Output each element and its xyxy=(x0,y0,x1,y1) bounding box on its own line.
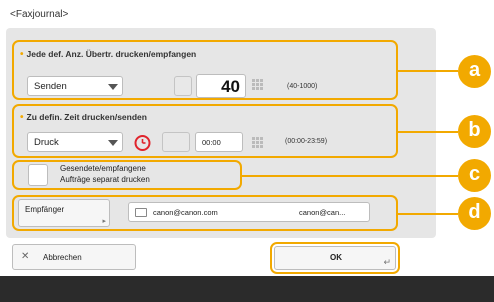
time-spacer-box xyxy=(162,132,190,152)
address-card-icon xyxy=(135,208,147,217)
connector-b xyxy=(398,131,458,133)
close-icon: ✕ xyxy=(21,251,30,262)
transmission-type-dropdown[interactable]: Senden xyxy=(27,76,123,96)
badge-d: d xyxy=(458,197,491,230)
separate-print-label: Gesendete/empfangene Aufträge separat dr… xyxy=(60,163,150,185)
count-spacer-box xyxy=(174,76,192,96)
keypad-icon[interactable] xyxy=(252,136,264,148)
connector-d xyxy=(398,213,458,215)
checkbox-label-line1: Gesendete/empfangene xyxy=(60,164,146,173)
time-value: 00:00 xyxy=(202,138,221,147)
screen-title: <Faxjournal> xyxy=(10,9,69,20)
checkbox-label-line2: Aufträge separat drucken xyxy=(60,175,150,184)
recipient-address: canon@canon.com xyxy=(153,208,218,217)
recipient-address-field[interactable]: canon@canon.com canon@can... xyxy=(128,202,370,222)
section-a-label: • Jede def. Anz. Übertr. drucken/empfange… xyxy=(20,49,197,60)
bullet-icon: • xyxy=(20,49,24,60)
connector-a xyxy=(398,70,458,72)
count-value: 40 xyxy=(221,77,240,96)
badge-b: b xyxy=(458,115,491,148)
time-range-hint: (00:00-23:59) xyxy=(285,138,328,145)
section-b-label: • Zu defin. Zeit drucken/senden xyxy=(20,112,147,123)
recipient-button-label: Empfänger xyxy=(25,205,65,214)
bullet-icon: • xyxy=(20,112,24,123)
time-input[interactable]: 00:00 xyxy=(195,132,243,152)
badge-c: c xyxy=(458,159,491,192)
alarm-clock-icon xyxy=(133,133,152,152)
corner-arrow-icon: ▸ xyxy=(102,218,106,225)
ok-label: OK xyxy=(330,253,342,262)
ok-button[interactable]: OK ↵ xyxy=(274,246,396,270)
bottom-bar xyxy=(0,276,494,302)
connector-c xyxy=(242,175,458,177)
enter-arrow-icon: ↵ xyxy=(383,257,391,267)
count-range-hint: (40-1000) xyxy=(287,83,318,90)
recipient-address-truncated: canon@can... xyxy=(299,208,346,217)
chevron-down-icon xyxy=(108,84,118,90)
print-action-dropdown[interactable]: Druck xyxy=(27,132,123,152)
keypad-icon[interactable] xyxy=(252,78,264,90)
count-input[interactable]: 40 xyxy=(196,74,246,98)
cancel-button[interactable]: ✕ Abbrechen xyxy=(12,244,136,270)
dropdown-value: Druck xyxy=(34,137,59,148)
chevron-down-icon xyxy=(108,140,118,146)
separate-print-checkbox[interactable] xyxy=(28,164,48,186)
cancel-label: Abbrechen xyxy=(43,253,82,262)
dropdown-value: Senden xyxy=(34,81,67,92)
badge-a: a xyxy=(458,55,491,88)
recipient-button[interactable]: Empfänger ▸ xyxy=(18,199,110,227)
